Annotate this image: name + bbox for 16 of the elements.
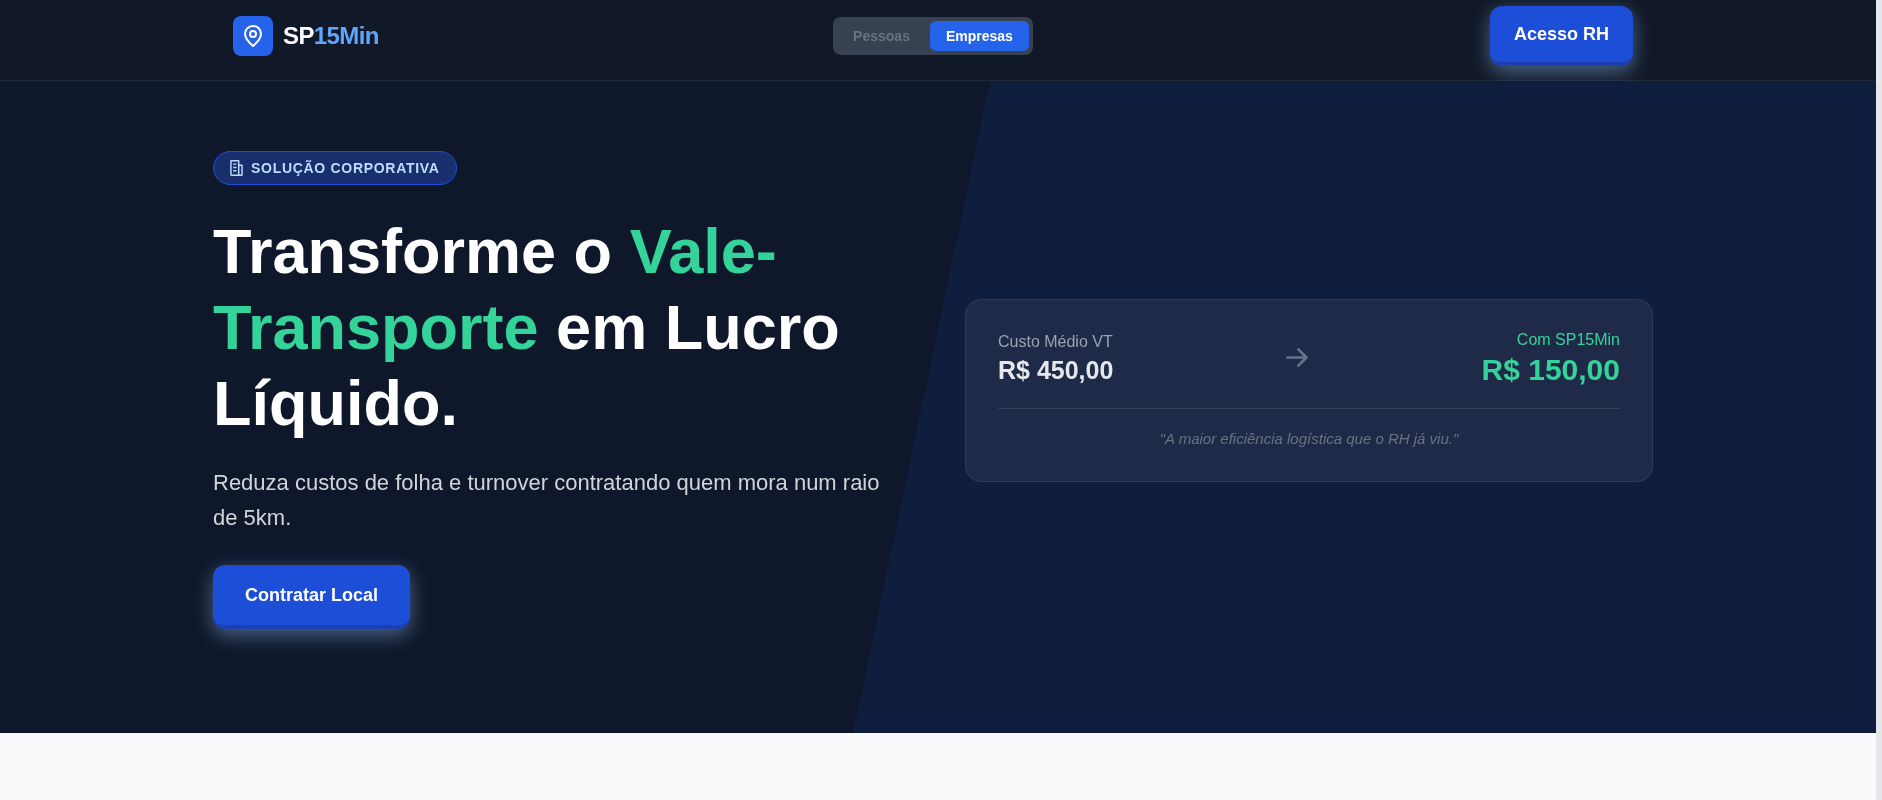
hero-heading: Transforme o Vale-Transporte em Lucro Líquido. [213, 215, 841, 440]
hr-access-button[interactable]: Acesso RH [1489, 6, 1633, 66]
savings-label: Com SP15Min [1516, 329, 1620, 350]
hero-subtitle: Reduza custos de folha e turnover contratando quem mora num raio de 5km. [213, 469, 881, 532]
map-pin-icon[interactable] [233, 16, 273, 56]
savings-value: R$ 150,00 [1481, 351, 1620, 388]
scrollbar[interactable] [1876, 0, 1882, 800]
badge-label: SOLUÇÃO CORPORATIVA [251, 159, 440, 178]
testimonial-quote: "A maior eficiência logística que o RH já viu." [1159, 428, 1459, 449]
building-icon [230, 160, 243, 176]
hire-local-button[interactable]: Contratar Local [213, 565, 411, 629]
cost-value: R$ 450,00 [998, 354, 1114, 386]
cost-label: Custo Médio VT [998, 331, 1113, 352]
logo-text[interactable]: SP15Min [283, 20, 379, 52]
audience-tab[interactable]: Empresas [929, 21, 1029, 51]
arrow-right-icon [1286, 348, 1309, 367]
